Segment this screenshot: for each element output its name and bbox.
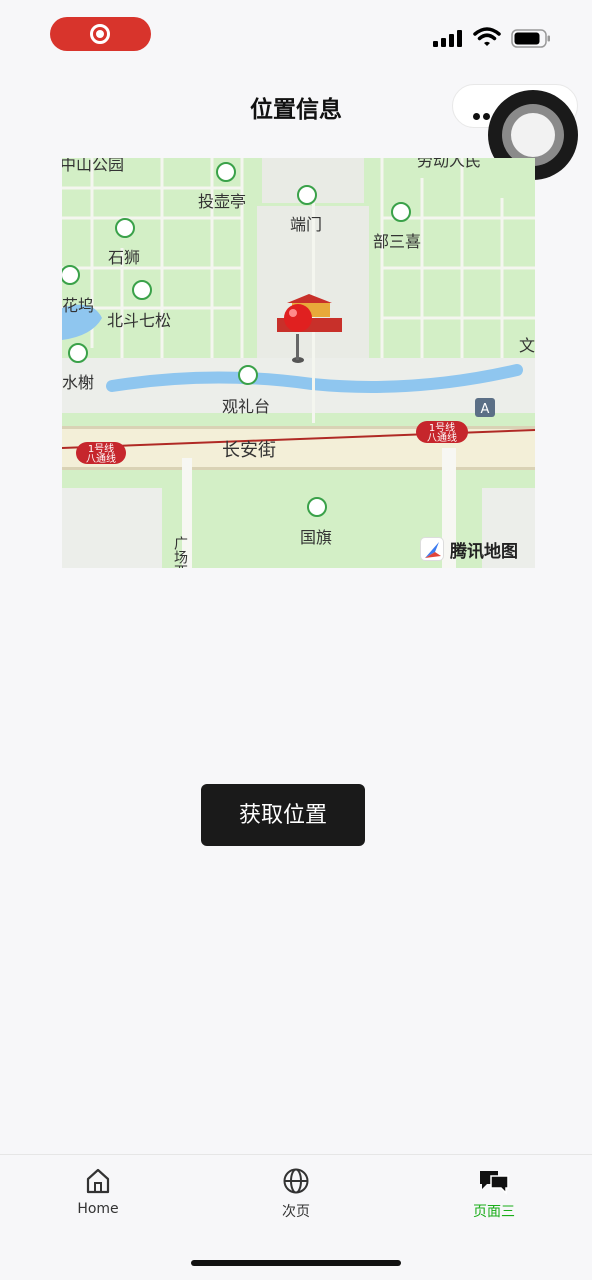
wifi-icon <box>473 27 501 46</box>
map-label-duanmen: 端门 <box>290 215 322 234</box>
metro-branch-label-left: 八通线 <box>86 452 116 465</box>
home-icon <box>86 1168 110 1194</box>
map-label-guanli: 观礼台 <box>222 397 270 416</box>
get-location-button[interactable]: 获取位置 <box>201 784 365 846</box>
map-label-wen: 文 <box>519 336 535 355</box>
tab-home-label: Home <box>77 1201 119 1217</box>
map-label-shuixie: 水榭 <box>62 373 94 392</box>
map-label-shishi: 石狮 <box>108 248 140 267</box>
map-brand-label: 腾讯地图 <box>450 541 518 562</box>
globe-icon <box>283 1168 309 1194</box>
map-label-guangchang: 广场西 <box>172 536 188 568</box>
map-label-zhongshan: 中山公园 <box>62 158 124 174</box>
screen-record-indicator[interactable] <box>50 17 151 51</box>
battery-icon <box>511 29 550 48</box>
map-label-huawu: 花坞 <box>62 296 94 315</box>
tab-second[interactable]: 次页 <box>226 1167 366 1221</box>
cellular-signal-icon <box>433 29 465 47</box>
tab-third[interactable]: 页面三 <box>424 1167 564 1221</box>
metro-branch-label-right: 八通线 <box>427 431 457 444</box>
map-label-laodong: 劳动人民 <box>417 158 481 170</box>
status-bar <box>0 0 592 72</box>
map-label-guoqi: 国旗 <box>300 528 332 547</box>
subway-exit-a-label: A <box>481 402 490 417</box>
map-brand-logo: 腾讯地图 <box>420 535 518 563</box>
map-label-sanxi: 部三喜 <box>373 232 421 251</box>
map-label-beidou: 北斗七松 <box>107 311 171 330</box>
map-label-changan: 长安街 <box>222 440 276 461</box>
tab-third-label: 页面三 <box>473 1204 515 1220</box>
tencent-map-icon <box>420 537 444 561</box>
tab-home[interactable]: Home <box>28 1167 168 1217</box>
map-view[interactable]: 中山公园 投壶亭 劳动人民 端门 部三喜 石狮 花坞 北斗七松 水榭 观礼台 文… <box>62 158 535 568</box>
home-indicator[interactable] <box>191 1260 401 1266</box>
assistive-touch-core <box>511 113 555 157</box>
map-canvas[interactable]: 中山公园 投壶亭 劳动人民 端门 部三喜 石狮 花坞 北斗七松 水榭 观礼台 文… <box>62 158 535 568</box>
record-dot-icon <box>96 30 104 38</box>
chat-bubbles-icon <box>480 1171 509 1195</box>
tab-second-label: 次页 <box>282 1204 310 1220</box>
map-label-touhu: 投壶亭 <box>198 192 246 211</box>
